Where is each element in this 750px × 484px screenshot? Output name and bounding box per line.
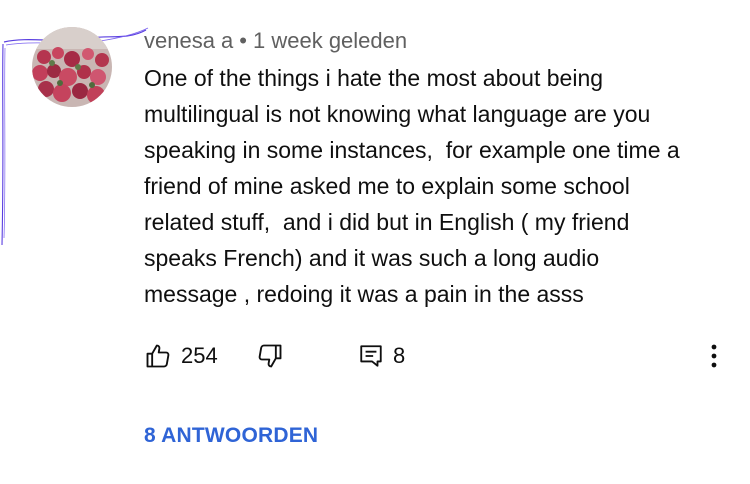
comment-line: multilingual is not knowing what languag…	[144, 101, 651, 127]
comment-line: One of the things i hate the most about …	[144, 65, 604, 91]
comment-icon	[360, 345, 382, 367]
dislike-button[interactable]	[256, 336, 284, 376]
reply-count: 8	[393, 343, 406, 368]
comment-actions: 254 8	[144, 336, 734, 376]
timestamp[interactable]: 1 week geleden	[253, 28, 407, 53]
comment-line: speaks French) and it was such a long au…	[144, 245, 600, 271]
like-button[interactable]: 254	[144, 336, 218, 376]
avatar-image	[32, 27, 112, 107]
comment-header: venesa a • 1 week geleden	[144, 27, 407, 55]
separator: •	[239, 28, 247, 53]
reply-button[interactable]: 8	[358, 336, 405, 376]
thumbs-up-icon	[146, 344, 170, 368]
avatar[interactable]	[32, 27, 112, 107]
thumbs-down-icon	[258, 344, 282, 368]
comment-line: message , redoing it was a pain in the a…	[144, 281, 584, 307]
comment-line: speaking in some instances, for example …	[144, 137, 680, 163]
view-replies-button[interactable]: 8 ANTWOORDEN	[144, 424, 318, 448]
author-name[interactable]: venesa a	[144, 28, 233, 53]
more-options-button[interactable]	[702, 336, 726, 376]
like-count: 254	[181, 343, 218, 368]
comment-line: friend of mine asked me to explain some …	[144, 173, 630, 199]
comment-line: related stuff, and i did but in English …	[144, 209, 630, 235]
comment-text: One of the things i hate the most about …	[144, 60, 724, 312]
more-vertical-icon	[711, 344, 717, 368]
